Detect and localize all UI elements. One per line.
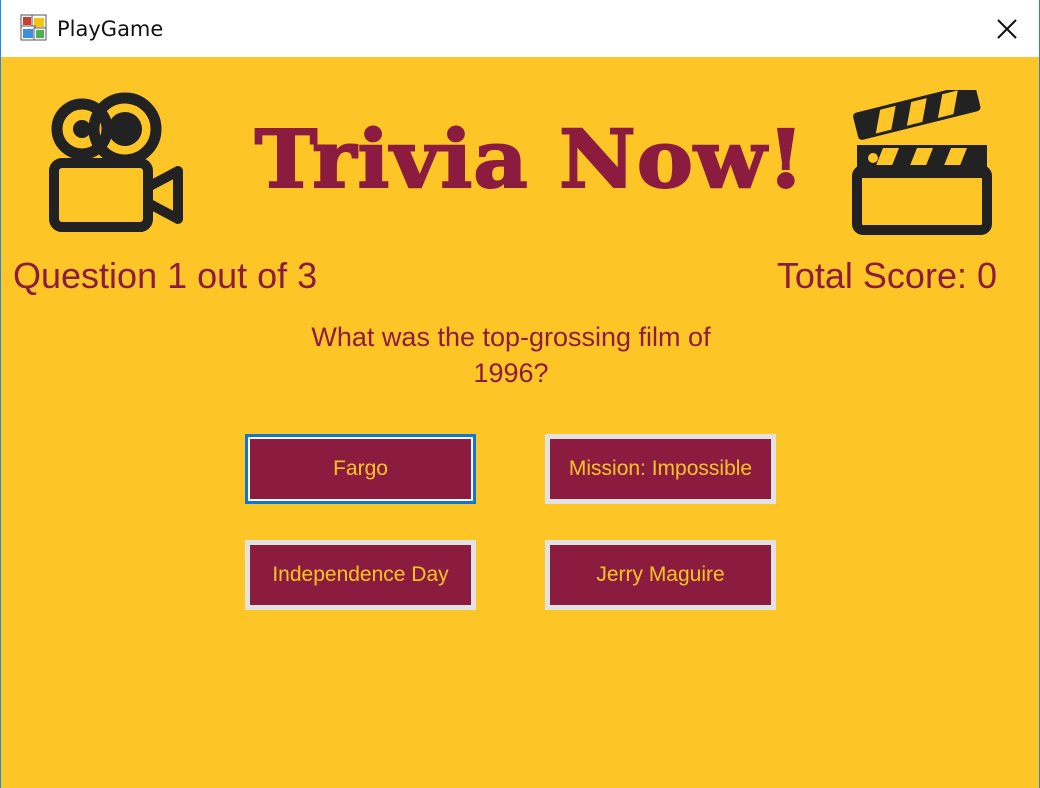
question-text: What was the top-grossing film of 1996? <box>311 322 711 388</box>
title-bar[interactable]: PlayGame <box>1 0 1039 57</box>
game-title: Trivia Now! <box>254 111 806 207</box>
movie-camera-icon <box>49 92 183 232</box>
answer-button-mission-impossible[interactable]: Mission: Impossible <box>545 434 776 504</box>
game-panel: Trivia Now! Question 1 out of 3 Total Sc… <box>1 57 1039 788</box>
answer-button-jerry-maguire[interactable]: Jerry Maguire <box>545 540 776 610</box>
window-title: PlayGame <box>57 17 164 41</box>
answer-button-independence-day[interactable]: Independence Day <box>245 540 476 610</box>
answer-button-fargo[interactable]: Fargo <box>245 434 476 504</box>
total-score: Total Score: 0 <box>776 255 997 296</box>
close-icon <box>997 18 1017 39</box>
form-app-icon <box>20 14 47 41</box>
question-counter: Question 1 out of 3 <box>13 255 318 296</box>
clapperboard-icon <box>852 90 992 235</box>
close-button[interactable] <box>975 0 1039 57</box>
window: PlayGame Trivia Now! Question 1 out of 3… <box>0 0 1040 788</box>
